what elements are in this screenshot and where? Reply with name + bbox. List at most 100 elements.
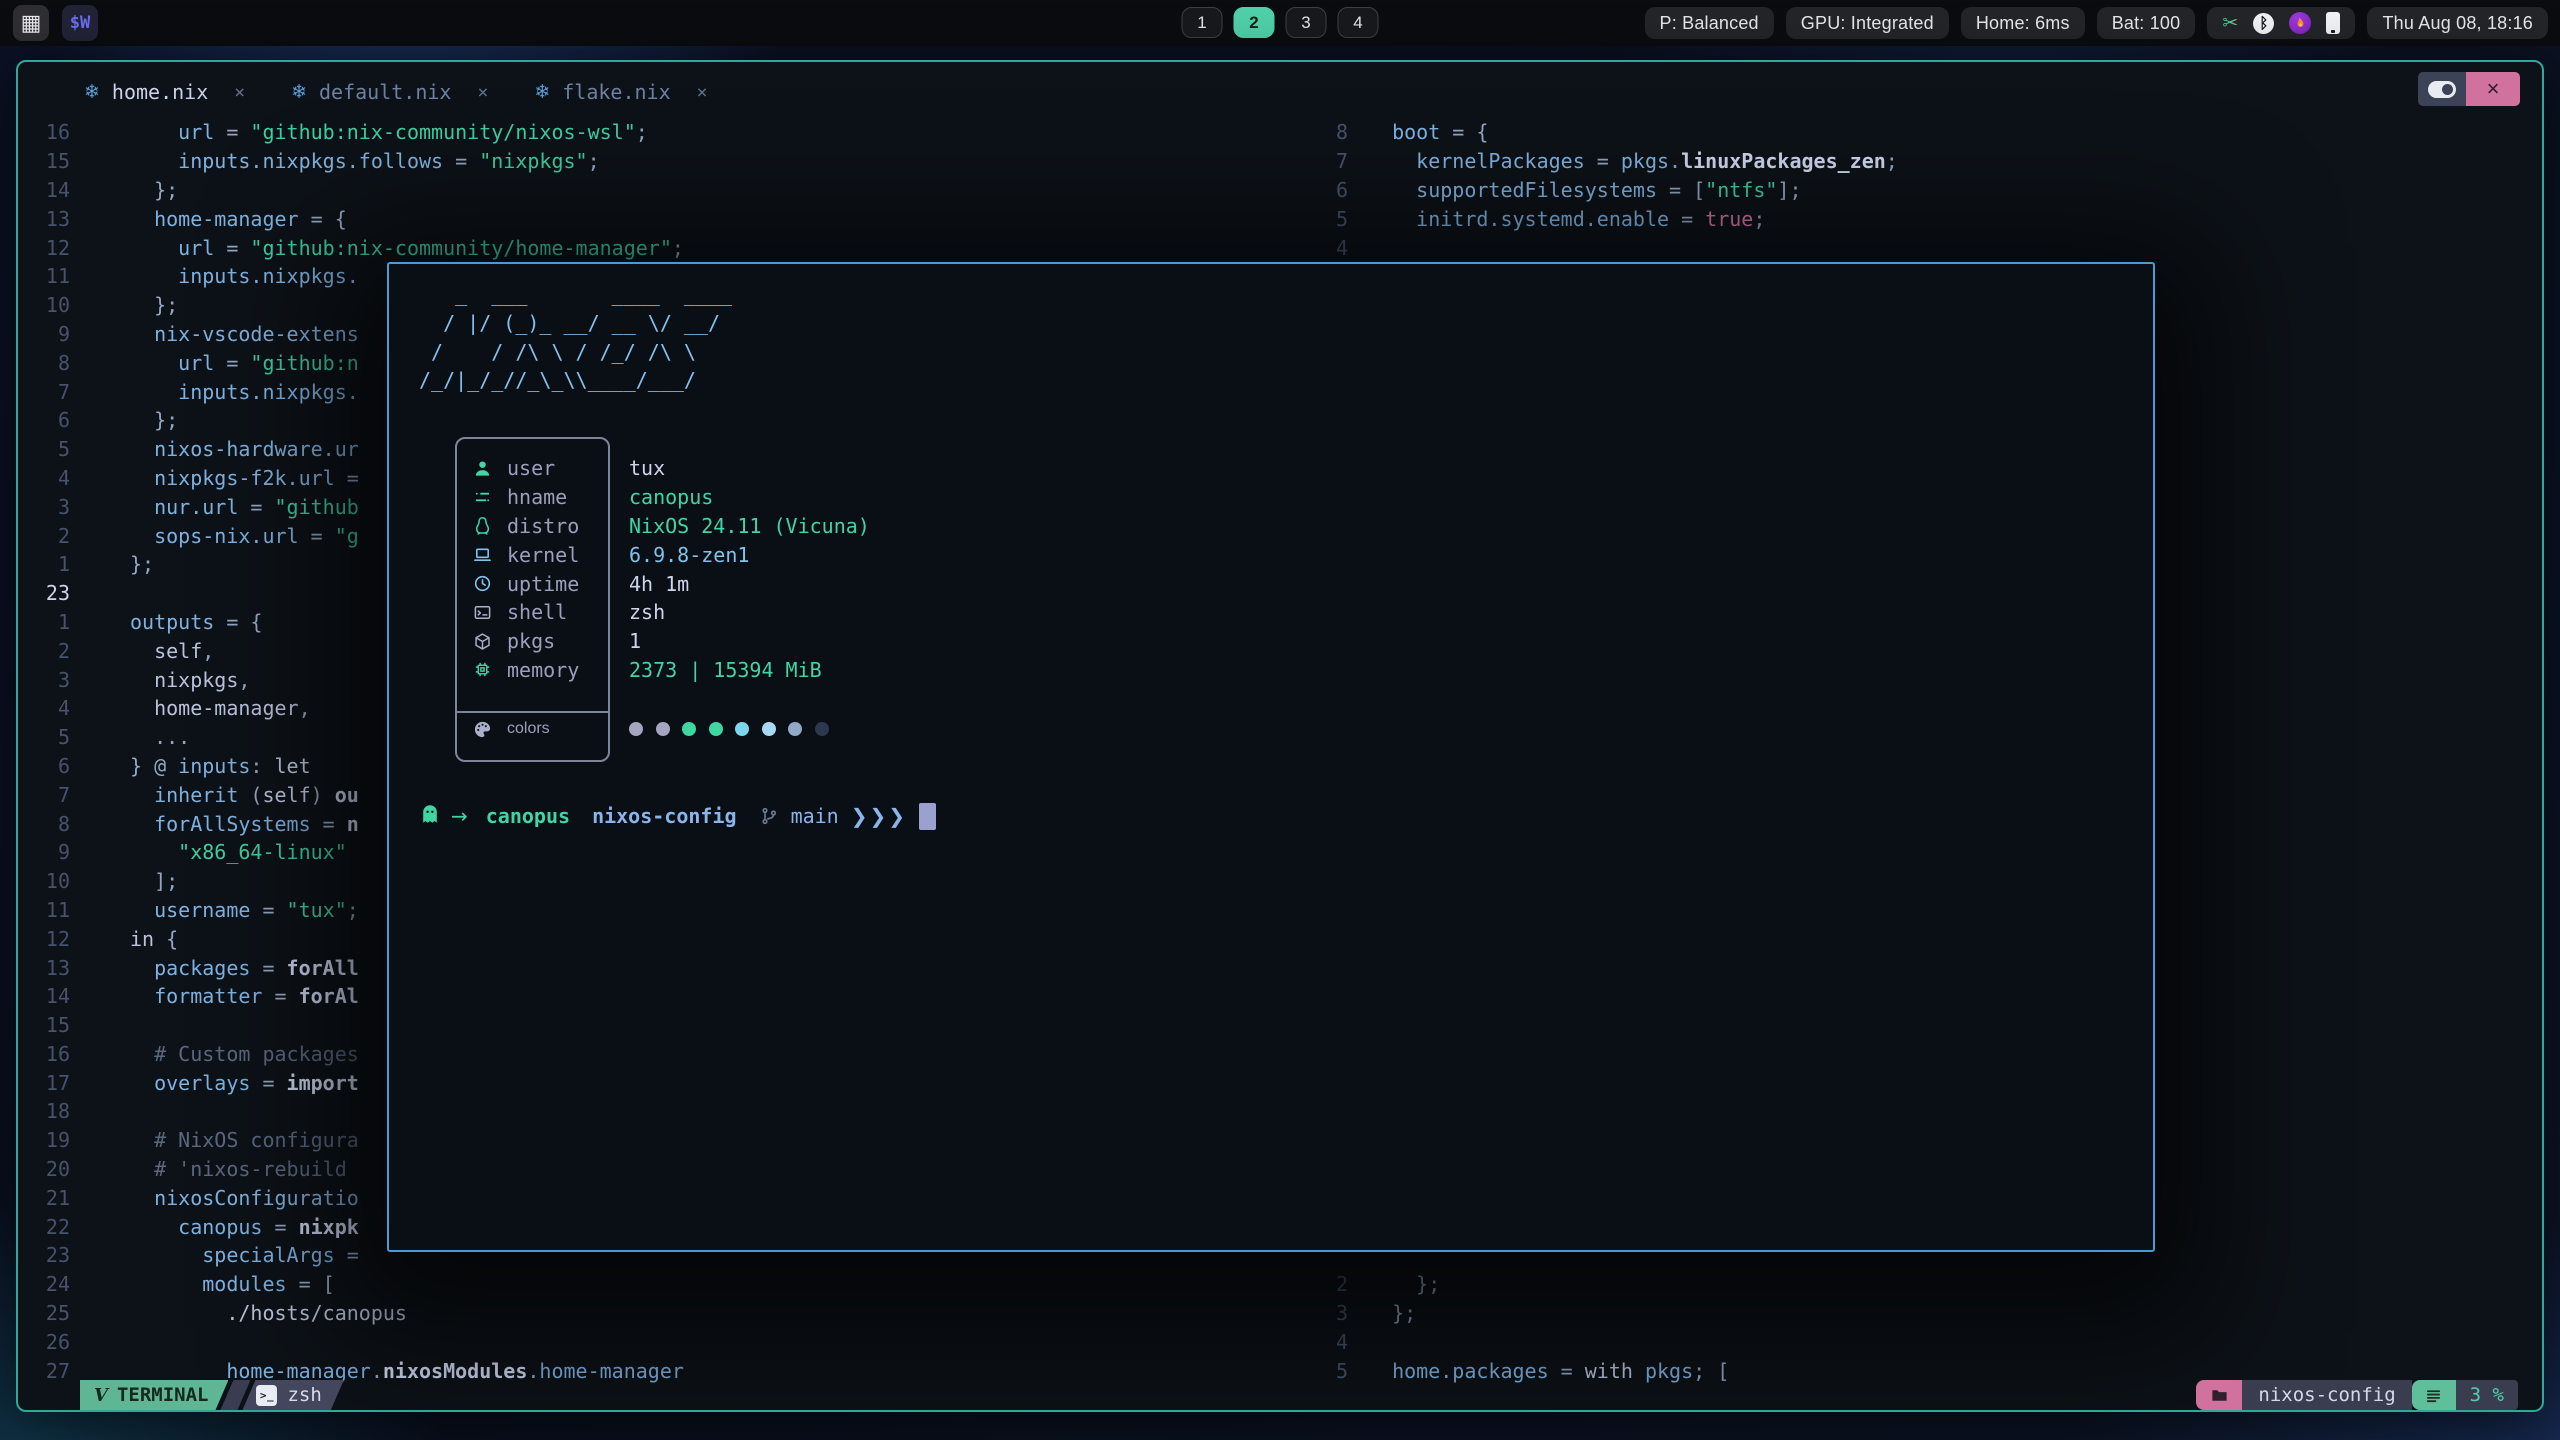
line-number: 15 bbox=[18, 149, 70, 173]
line-number: 21 bbox=[18, 1186, 70, 1210]
fetch-value: 2373 | 15394 MiB bbox=[629, 658, 822, 682]
editor-pane-right-top[interactable]: 8 boot = {7 kernelPackages = pkgs.linuxP… bbox=[1308, 118, 1898, 262]
topbar-right-modules: P: BalancedGPU: IntegratedHome: 6msBat: … bbox=[1645, 7, 2549, 39]
tab-default.nix[interactable]: ❄default.nix× bbox=[291, 80, 488, 104]
git-branch-name: main bbox=[791, 804, 839, 828]
folder-icon bbox=[2196, 1380, 2242, 1410]
line-number: 7 bbox=[1308, 149, 1348, 173]
line-number: 12 bbox=[18, 927, 70, 951]
tab-close-icon[interactable]: × bbox=[697, 82, 708, 103]
line-number: 19 bbox=[18, 1128, 70, 1152]
line-number: 6 bbox=[18, 408, 70, 432]
palette-dot-3 bbox=[709, 722, 723, 736]
pane-toggle-switch[interactable] bbox=[2418, 72, 2466, 106]
code-line: 8 boot = { bbox=[1308, 118, 1898, 147]
line-number: 23 bbox=[18, 581, 70, 605]
line-number: 9 bbox=[18, 322, 70, 346]
mode-indicator[interactable]: V TERMINAL bbox=[80, 1380, 228, 1410]
fetch-value: tux bbox=[629, 456, 665, 480]
tab-close-icon[interactable]: × bbox=[234, 82, 245, 103]
line-number: 14 bbox=[18, 984, 70, 1008]
fastfetch-row-hname: hnamecanopus bbox=[473, 483, 870, 512]
close-button[interactable]: × bbox=[2466, 72, 2520, 106]
fastfetch-row-user: usertux bbox=[473, 454, 870, 483]
status-pill-1: GPU: Integrated bbox=[1786, 7, 1949, 39]
code-line: 4 bbox=[1308, 233, 1898, 262]
tab-flake.nix[interactable]: ❄flake.nix× bbox=[534, 80, 707, 104]
scissors-icon[interactable]: ✂ bbox=[2222, 12, 2238, 35]
prompt-arrow: → bbox=[451, 804, 468, 828]
git-branch-icon bbox=[759, 806, 779, 826]
line-number: 8 bbox=[1308, 120, 1348, 144]
bluetooth-icon[interactable]: ᛒ bbox=[2253, 13, 2274, 34]
text-cursor[interactable] bbox=[919, 803, 936, 830]
sw-logo-icon: $W bbox=[70, 13, 90, 33]
workspace-button-4[interactable]: 4 bbox=[1338, 7, 1379, 38]
line-number: 26 bbox=[18, 1330, 70, 1354]
code-line: 7 kernelPackages = pkgs.linuxPackages_ze… bbox=[1308, 147, 1898, 176]
tab-close-icon[interactable]: × bbox=[477, 82, 488, 103]
line-number: 12 bbox=[18, 236, 70, 260]
line-number: 18 bbox=[18, 1099, 70, 1123]
line-number: 4 bbox=[18, 466, 70, 490]
fetch-value: canopus bbox=[629, 485, 713, 509]
line-number: 11 bbox=[18, 898, 70, 922]
line-number: 5 bbox=[1308, 207, 1348, 231]
line-number: 8 bbox=[18, 812, 70, 836]
status-pill-0: P: Balanced bbox=[1645, 7, 1774, 39]
user-icon bbox=[473, 459, 507, 478]
list-lines-icon bbox=[2412, 1380, 2456, 1410]
line-number: 7 bbox=[18, 380, 70, 404]
workspace-button-1[interactable]: 1 bbox=[1182, 7, 1223, 38]
nix-snowflake-icon: ❄ bbox=[534, 81, 550, 103]
line-number: 10 bbox=[18, 293, 70, 317]
nix-snowflake-icon: ❄ bbox=[84, 81, 100, 103]
zellij-status-bar: V TERMINAL >_ zsh nixos-config 3 % bbox=[18, 1380, 2542, 1410]
chip-icon bbox=[473, 660, 507, 679]
palette-dot-1 bbox=[656, 722, 670, 736]
line-number: 22 bbox=[18, 1215, 70, 1239]
fastfetch-row-memory: memory2373 | 15394 MiB bbox=[473, 656, 870, 685]
code-line: 14 }; bbox=[18, 176, 684, 205]
line-number: 4 bbox=[18, 696, 70, 720]
package-icon bbox=[473, 632, 507, 651]
fetch-label: shell bbox=[507, 600, 629, 624]
terminal-icon: >_ bbox=[256, 1385, 277, 1406]
fetch-label: memory bbox=[507, 658, 629, 682]
fetch-value: 4h 1m bbox=[629, 572, 689, 596]
vim-icon: V bbox=[94, 1385, 108, 1406]
fetch-label: pkgs bbox=[507, 629, 629, 653]
editor-pane-right-bottom[interactable]: 2 };3 };45 home.packages = with pkgs; [ bbox=[1308, 1270, 1729, 1385]
code-line: 26 bbox=[18, 1327, 684, 1356]
line-number: 17 bbox=[18, 1071, 70, 1095]
shell-prompt[interactable]: → canopus nixos-config main ❯❯❯ bbox=[419, 801, 936, 831]
tab-home.nix[interactable]: ❄ home.nix × bbox=[84, 80, 245, 104]
line-number: 13 bbox=[18, 956, 70, 980]
code-line: 12 url = "github:nix-community/home-mana… bbox=[18, 233, 684, 262]
workspace-button-3[interactable]: 3 bbox=[1286, 7, 1327, 38]
nixos-ascii-art: _ ___ ____ ____ / |/ (_)_ __/ __ \/ __/ … bbox=[419, 280, 732, 395]
terminal-palette-dots bbox=[629, 722, 829, 736]
prompt-directory: nixos-config bbox=[592, 804, 737, 828]
line-number: 10 bbox=[18, 869, 70, 893]
colors-label: colors bbox=[507, 720, 629, 738]
line-number: 23 bbox=[18, 1243, 70, 1267]
fastfetch-info: usertuxhnamecanopusdistroNixOS 24.11 (Vi… bbox=[473, 454, 870, 684]
tab-label: home.nix bbox=[112, 80, 208, 104]
flame-icon[interactable] bbox=[2289, 12, 2311, 34]
shell-tab[interactable]: >_ zsh bbox=[242, 1380, 343, 1410]
palette-dot-4 bbox=[735, 722, 749, 736]
line-number: 14 bbox=[18, 178, 70, 202]
code-line: 15 inputs.nixpkgs.follows = "nixpkgs"; bbox=[18, 147, 684, 176]
line-number: 4 bbox=[1308, 1330, 1348, 1354]
top-status-bar: ▦ $W 1234 P: BalancedGPU: IntegratedHome… bbox=[0, 0, 2560, 46]
line-number: 2 bbox=[18, 524, 70, 548]
app-launcher-button[interactable]: ▦ bbox=[13, 5, 49, 41]
laptop-icon bbox=[473, 545, 507, 564]
palette-icon bbox=[473, 720, 507, 739]
workspace-button-2[interactable]: 2 bbox=[1234, 7, 1275, 38]
window-controls: × bbox=[2418, 72, 2520, 106]
logo-button[interactable]: $W bbox=[62, 5, 98, 41]
floating-terminal-pane[interactable]: _ ___ ____ ____ / |/ (_)_ __/ __ \/ __/ … bbox=[387, 262, 2155, 1252]
phone-icon[interactable] bbox=[2326, 12, 2340, 34]
